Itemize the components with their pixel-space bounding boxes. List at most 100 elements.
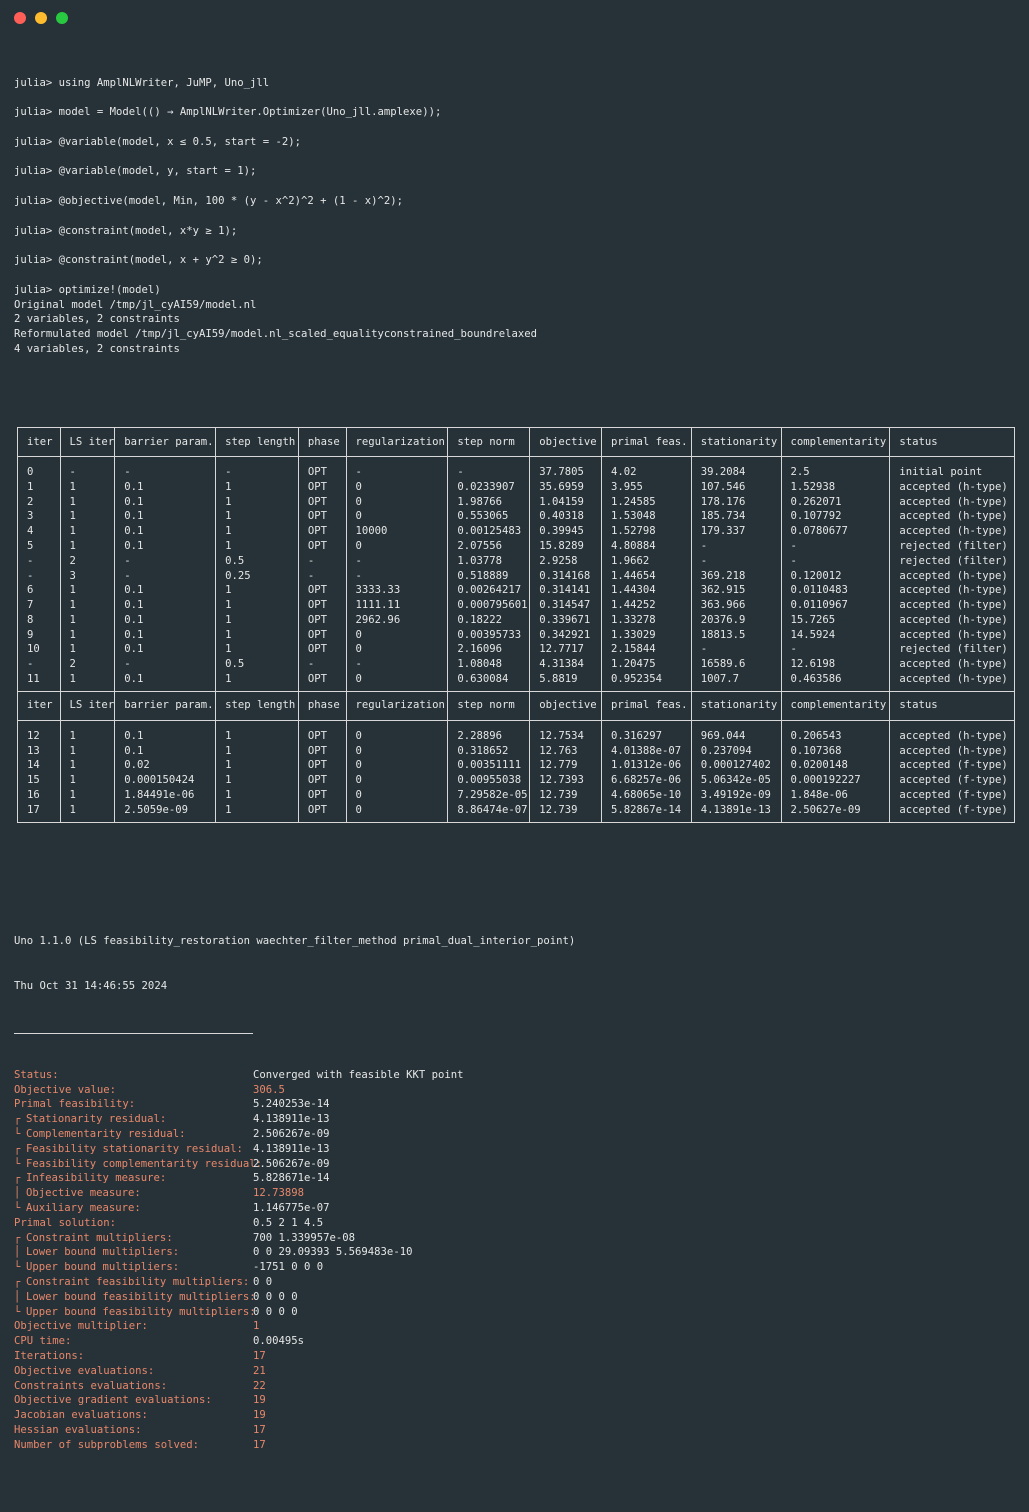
table-cell: 1.44304 [600,583,692,599]
table-cell: 0.1 [114,494,217,510]
table-cell: 2.5 [780,456,891,480]
table-cell: OPT [297,524,347,539]
result-row: └ Auxiliary measure: 1.146775e-07 [14,1201,1019,1216]
terminal-window: julia> using AmplNLWriter, JuMP, Uno_jll… [0,0,1029,1451]
table-cell: 1.9662 [600,553,692,569]
table-cell: 0.314141 [529,583,602,599]
table-cell: 0.25 [215,568,299,584]
result-label: Status: [14,1068,59,1081]
table-cell: 0 [17,456,61,480]
table-row: 11 1 0.1 1 OPT 0 0.630084 5.8819 0.952354 1007.7 0… [17,672,1015,692]
table-cell: 1 [59,598,116,613]
table-cell: 1 [215,494,299,510]
table-cell: 1 [215,598,299,613]
table-cell: accepted (h-type) [889,494,1015,510]
table-cell: 0.107368 [780,743,891,759]
table-cell: - [17,568,61,584]
table-cell: 1 [59,720,116,744]
table-cell: 11 [17,672,61,692]
table-cell: OPT [297,802,347,823]
table-cell: 1 [215,612,299,628]
result-key-cell: ┌ Constraint multipliers: [14,1231,253,1246]
result-row: │ Lower bound multipliers: 0 0 29.09393 5.… [14,1245,1019,1260]
table-cell: 12.779 [529,758,602,774]
table-cell: 0.262071 [780,494,891,510]
table-cell: 0.00264217 [447,583,531,599]
table-cell: 12.739 [529,788,602,803]
group-bracket-icon: └ [14,1201,21,1214]
result-row: Constraints evaluations: 22 [14,1379,1019,1394]
column-header: regularization [345,690,449,721]
result-key-cell: │ Lower bound feasibility multipliers: [14,1290,256,1305]
table-cell: 0.0110967 [780,598,891,613]
table-cell: 1 [59,672,116,692]
solver-timestamp-line: Thu Oct 31 14:46:55 2024 [14,979,168,992]
table-row: 4 1 0.1 1 OPT 10000 0.00125483 0.39945 1.52798 17… [17,524,1015,539]
column-header: stationarity [690,690,782,721]
table-cell: accepted (h-type) [889,524,1015,539]
table-cell: 0.5 [215,657,299,673]
result-key-cell: Primal feasibility: [14,1097,253,1112]
table-cell: 4.01388e-07 [600,743,692,759]
table-cell: 1 [215,672,299,692]
column-header: step norm [447,690,531,721]
table-cell: 0.0110483 [780,583,891,599]
result-label: Feasibility stationarity residual: [26,1142,243,1155]
table-cell: 12 [17,720,61,744]
result-key-cell: Status: [14,1068,253,1083]
result-key-cell: Objective multiplier: [14,1319,253,1334]
result-row: ┌ Stationarity residual: 4.138911e-13 [14,1112,1019,1127]
table-cell: 0.5 [215,553,299,569]
table-cell: 0.39945 [529,524,602,539]
result-value: 17 [253,1423,266,1436]
table-cell: 1 [215,788,299,803]
result-value: Converged with feasible KKT point [253,1068,464,1081]
result-row: ┌ Constraint feasibility multipliers: 0 0 [14,1275,1019,1290]
table-cell: 0 [345,743,449,759]
terminal-output[interactable]: julia> using AmplNLWriter, JuMP, Uno_jll… [14,46,1019,1512]
table-cell: 0.0780677 [780,524,891,539]
table-cell: 1.03778 [447,553,531,569]
result-key-cell: Objective gradient evaluations: [14,1393,253,1408]
table-cell: 15 [17,773,61,789]
column-header: objective [529,426,602,457]
table-cell: OPT [297,509,347,525]
table-cell: 0.107792 [780,509,891,525]
table-cell: 4.31384 [529,657,602,673]
maximize-button[interactable] [56,12,68,24]
close-button[interactable] [14,12,26,24]
result-row: └ Feasibility complementarity residual: 2.… [14,1157,1019,1172]
table-cell: 0 [345,509,449,525]
table-body: 0- - - OPT - -37.7805 4.02 39.2084 2.5 initial po… [17,456,1015,692]
minimize-button[interactable] [35,12,47,24]
column-header: step norm [447,426,531,457]
group-bracket-icon: │ [14,1246,21,1259]
result-key-cell: └ Complementarity residual: [14,1127,253,1142]
column-header: barrier param. [114,690,217,721]
table-body: 12 1 0.1 1 OPT 0 2.28896 12.7534 0.316297 969.044… [17,720,1015,823]
result-value: 21 [253,1364,266,1377]
result-key-cell: Objective evaluations: [14,1364,253,1379]
table-cell: - [345,568,449,584]
table-cell: 20376.9 [690,612,782,628]
group-bracket-icon: └ [14,1261,21,1274]
result-label: Objective gradient evaluations: [14,1394,212,1407]
window-controls [14,12,68,24]
column-header: step length [215,426,299,457]
result-row: Jacobian evaluations: 19 [14,1408,1019,1423]
table-cell: 3 [17,509,61,525]
result-key-cell: │ Lower bound multipliers: [14,1245,253,1260]
table-cell: 0.00351111 [447,758,531,774]
table-cell: rejected (filter) [889,553,1015,569]
table-cell: OPT [297,720,347,744]
table-cell: 0.553065 [447,509,531,525]
group-bracket-icon: ┌ [14,1231,21,1244]
table-cell: accepted (f-type) [889,802,1015,823]
table-cell: 0.518889 [447,568,531,584]
result-value: 0 0 29.09393 5.569483e-10 [253,1246,413,1259]
result-row: Hessian evaluations: 17 [14,1423,1019,1438]
table-cell: 3.49192e-09 [690,788,782,803]
result-value: 306.5 [253,1083,285,1096]
table-cell: OPT [297,672,347,692]
group-bracket-icon: ┌ [14,1275,21,1288]
